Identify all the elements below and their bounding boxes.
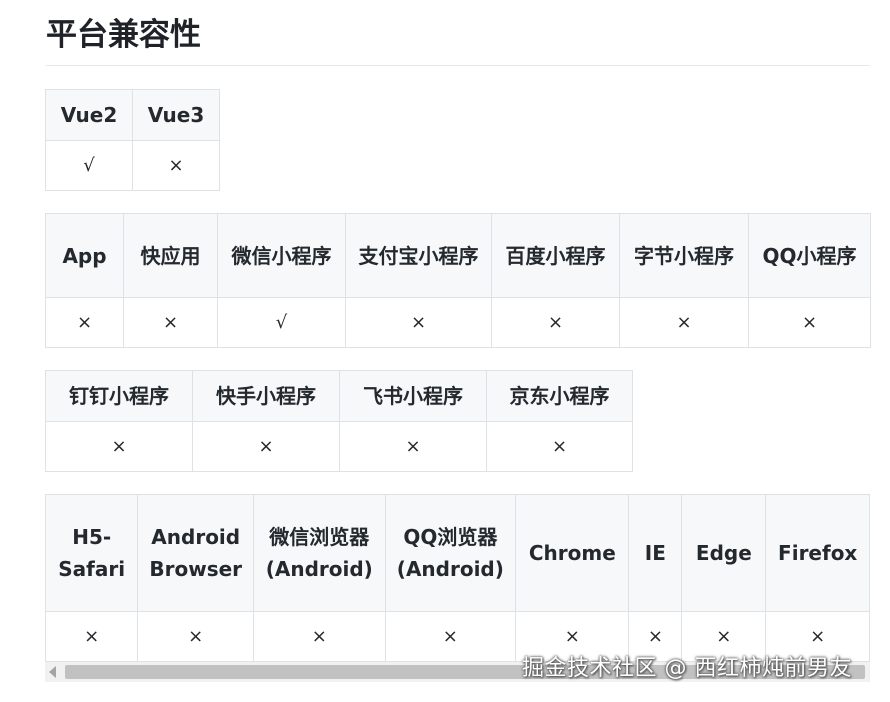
cell-dingtalk-miniprogram: × <box>45 421 193 472</box>
miniapp-compat-table: App 快应用 微信小程序 支付宝小程序 百度小程序 字节小程序 QQ小程序 ×… <box>45 213 871 348</box>
header-android-browser: Android Browser <box>137 494 255 612</box>
table-row: × × × × <box>45 421 633 472</box>
cell-h5-safari: × <box>45 611 139 662</box>
table-header-row: Vue2 Vue3 <box>45 89 220 141</box>
table-row: √ × <box>45 140 220 191</box>
watermark: 掘金技术社区 @ 西红柿炖前男友 <box>522 656 852 681</box>
header-dingtalk-miniprogram: 钉钉小程序 <box>45 370 193 422</box>
header-h5-safari: H5-Safari <box>45 494 139 612</box>
cell-app: × <box>45 297 124 348</box>
header-qq-miniprogram: QQ小程序 <box>748 213 871 298</box>
cell-qq-browser-android: × <box>384 611 517 662</box>
header-vue3: Vue3 <box>132 89 220 141</box>
header-edge: Edge <box>681 494 767 612</box>
scroll-left-arrow-icon[interactable] <box>49 666 56 678</box>
cell-jd-miniprogram: × <box>486 421 633 472</box>
header-firefox: Firefox <box>765 494 870 612</box>
browser-compat-table: H5-Safari Android Browser 微信浏览器(Android)… <box>45 494 870 662</box>
cell-baidu-miniprogram: × <box>491 297 620 348</box>
header-wechat-miniprogram: 微信小程序 <box>217 213 346 298</box>
page: 平台兼容性 Vue2 Vue3 √ × App 快应用 微信小程序 支付宝小程序… <box>0 0 890 702</box>
cell-alipay-miniprogram: × <box>345 297 492 348</box>
cell-wechat-miniprogram: √ <box>217 297 346 348</box>
section-heading: 平台兼容性 <box>46 17 201 53</box>
table-header-row: H5-Safari Android Browser 微信浏览器(Android)… <box>45 494 870 612</box>
header-chrome: Chrome <box>515 494 630 612</box>
cell-wechat-browser-android: × <box>253 611 386 662</box>
header-quick-app: 快应用 <box>123 213 218 298</box>
header-baidu-miniprogram: 百度小程序 <box>491 213 620 298</box>
header-app: App <box>45 213 124 298</box>
cell-kuaishou-miniprogram: × <box>192 421 340 472</box>
header-bytedance-miniprogram: 字节小程序 <box>619 213 749 298</box>
other-miniapp-compat-table: 钉钉小程序 快手小程序 飞书小程序 京东小程序 × × × × <box>45 370 633 472</box>
cell-feishu-miniprogram: × <box>339 421 487 472</box>
header-kuaishou-miniprogram: 快手小程序 <box>192 370 340 422</box>
table-header-row: App 快应用 微信小程序 支付宝小程序 百度小程序 字节小程序 QQ小程序 <box>45 213 871 298</box>
table-row: × × √ × × × × <box>45 297 871 348</box>
header-wechat-browser-android: 微信浏览器(Android) <box>253 494 386 612</box>
header-qq-browser-android: QQ浏览器(Android) <box>384 494 517 612</box>
cell-qq-miniprogram: × <box>748 297 871 348</box>
heading-divider <box>46 65 870 66</box>
table-header-row: 钉钉小程序 快手小程序 飞书小程序 京东小程序 <box>45 370 633 422</box>
header-alipay-miniprogram: 支付宝小程序 <box>345 213 492 298</box>
header-jd-miniprogram: 京东小程序 <box>486 370 633 422</box>
header-vue2: Vue2 <box>45 89 133 141</box>
header-ie: IE <box>628 494 683 612</box>
cell-vue3: × <box>132 140 220 191</box>
cell-vue2: √ <box>45 140 133 191</box>
cell-bytedance-miniprogram: × <box>619 297 749 348</box>
cell-quick-app: × <box>123 297 218 348</box>
vue-compat-table: Vue2 Vue3 √ × <box>45 89 220 191</box>
cell-android-browser: × <box>137 611 255 662</box>
header-feishu-miniprogram: 飞书小程序 <box>339 370 487 422</box>
